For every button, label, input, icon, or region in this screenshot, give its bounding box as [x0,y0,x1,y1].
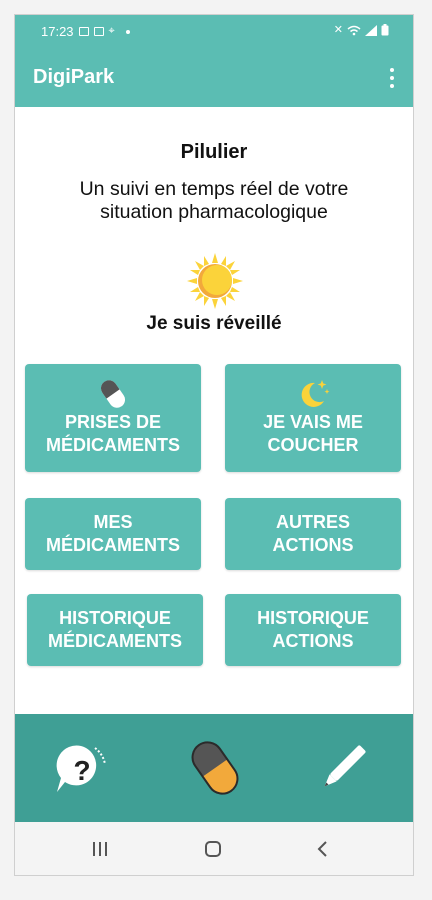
tile-label-line-2: MÉDICAMENTS [46,535,180,555]
more-vert-icon[interactable] [389,68,395,88]
help-icon[interactable]: ? [51,740,111,800]
tile-label-line-1: JE VAIS ME [263,412,363,432]
mute-icon: ✕ [333,23,343,36]
back-icon[interactable] [308,834,338,864]
status-right: ✕ [334,24,389,36]
tile-label-line-2: ACTIONS [272,631,354,651]
status-left: 17:23 ⌖ [41,24,130,39]
historique-actions-button[interactable]: HISTORIQUE ACTIONS [225,594,401,666]
wifi-icon [347,25,361,35]
status-bar: 17:23 ⌖ ✕ [15,15,413,49]
subtitle-line-1: Un suivi en temps réel de votre [79,178,349,200]
status-time: 17:23 [41,24,74,39]
battery-icon [381,24,389,36]
sun-icon [187,253,243,309]
system-nav-bar [15,822,413,875]
pill-icon[interactable] [183,736,247,800]
home-icon[interactable] [198,834,228,864]
message-icon [93,27,104,36]
location-icon: ⌖ [108,25,115,37]
tile-label-line-2: ACTIONS [272,535,354,555]
state-label: Je suis réveillé [146,313,282,334]
subtitle-line-2: situation pharmacologique [100,201,328,223]
svg-text:?: ? [73,755,90,786]
prises-medicaments-button[interactable]: PRISES DE MÉDICAMENTS [25,364,201,472]
tile-label-line-1: PRISES DE [64,412,162,432]
je-vais-me-coucher-button[interactable]: JE VAIS ME COUCHER [225,364,401,472]
pill-icon [100,380,126,408]
signal-icon [365,24,377,36]
historique-medicaments-button[interactable]: HISTORIQUE MÉDICAMENTS [27,594,203,666]
bottom-action-bar: ? [15,714,413,822]
dot-icon [125,29,130,34]
recent-apps-icon[interactable] [85,834,115,864]
tile-label-line-2: MÉDICAMENTS [48,631,182,651]
tile-label-line-2: COUCHER [267,435,359,455]
moon-stars-icon [301,380,330,407]
mes-medicaments-button[interactable]: MES MÉDICAMENTS [25,498,201,570]
tile-label-line-1: AUTRES [275,512,350,532]
page-subtitle: Un suivi en temps réel de votre situatio… [45,178,383,224]
tile-label-line-1: HISTORIQUE [59,608,171,628]
tile-label-line-1: MES [93,512,133,532]
tile-label-line-2: MÉDICAMENTS [46,435,180,455]
image-icon [78,27,89,36]
autres-actions-button[interactable]: AUTRES ACTIONS [225,498,401,570]
pencil-icon[interactable] [313,738,373,798]
page-title: Pilulier [180,141,248,163]
tile-label-line-1: HISTORIQUE [257,608,369,628]
app-bar: DigiPark [15,49,413,107]
phone-screen: 17:23 ⌖ ✕ DigiPark Pilulier Un suivi en … [14,14,414,876]
app-title: DigiPark [33,66,115,88]
